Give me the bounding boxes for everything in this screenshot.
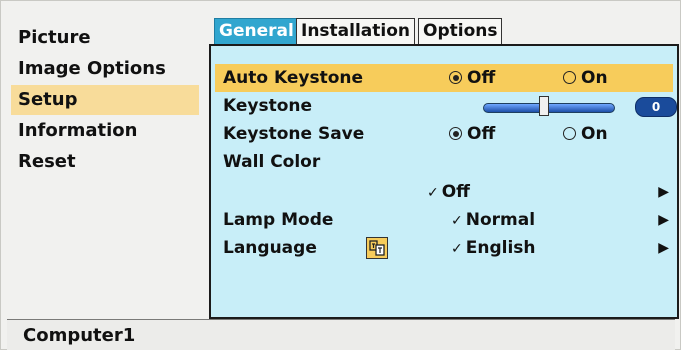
wall-color-value: ✓ Off [427,182,470,202]
sidebar-item-reset[interactable]: Reset [11,147,199,177]
keystone-save-row[interactable]: Keystone Save Off On [215,120,673,148]
lamp-mode-value: ✓ Normal [451,210,536,230]
language-icon [366,237,388,259]
checkmark-icon: ✓ [451,241,463,257]
sidebar-item-image-options[interactable]: Image Options [11,54,199,84]
keystone-row[interactable]: Keystone 0 [215,92,677,120]
submenu-arrow-icon[interactable]: ▶ [658,206,669,234]
submenu-arrow-icon[interactable]: ▶ [658,178,669,206]
projector-menu-window: Picture Image Options Setup Information … [0,0,681,350]
radio-unselected-icon [563,71,576,84]
keystone-save-off-radio[interactable]: Off [449,120,495,148]
keystone-slider-handle[interactable] [539,96,549,116]
checkmark-icon: ✓ [451,213,463,229]
status-bar: Computer1 [7,319,675,350]
auto-keystone-off-radio[interactable]: Off [449,64,495,92]
wall-color-row: Wall Color [215,148,673,176]
checkmark-icon: ✓ [427,185,439,201]
auto-keystone-row[interactable]: Auto Keystone Off On [215,64,673,92]
sidebar-item-information[interactable]: Information [11,116,199,146]
keystone-slider[interactable] [483,103,615,113]
submenu-arrow-icon[interactable]: ▶ [658,234,669,262]
lamp-mode-label: Lamp Mode [223,210,334,230]
tab-installation[interactable]: Installation [296,18,416,44]
wall-color-value-row[interactable]: ✓ Off ▶ [215,178,673,206]
language-label: Language [223,238,317,258]
auto-keystone-on-radio[interactable]: On [563,64,608,92]
auto-keystone-label: Auto Keystone [223,68,364,88]
sidebar-item-setup[interactable]: Setup [11,85,199,115]
tab-general[interactable]: General [214,18,299,44]
input-source-label: Computer1 [23,325,136,346]
radio-selected-icon [449,127,462,140]
sidebar-item-picture[interactable]: Picture [11,23,199,53]
tab-options[interactable]: Options [418,18,503,44]
settings-panel: Auto Keystone Off On Keystone 0 Keystone… [209,44,679,319]
language-row[interactable]: Language ✓ English ▶ [215,234,673,262]
lamp-mode-row[interactable]: Lamp Mode ✓ Normal ▶ [215,206,673,234]
category-sidebar: Picture Image Options Setup Information … [11,23,199,178]
radio-selected-icon [449,71,462,84]
keystone-save-label: Keystone Save [223,124,365,144]
wall-color-label: Wall Color [223,152,321,172]
keystone-value-badge: 0 [635,97,677,117]
radio-unselected-icon [563,127,576,140]
keystone-save-on-radio[interactable]: On [563,120,608,148]
keystone-label: Keystone [223,96,313,116]
language-value: ✓ English [451,238,536,258]
